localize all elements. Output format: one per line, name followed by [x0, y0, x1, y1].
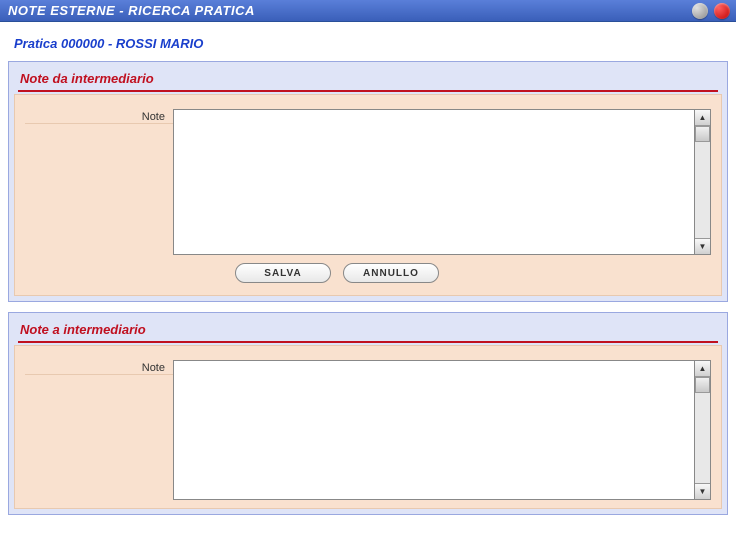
- panel-note-da-intermediario: Note da intermediario Note ▲ ▼ SALVA ANN…: [8, 61, 728, 302]
- panel-title-a: Note a intermediario: [20, 322, 722, 337]
- divider: [18, 341, 718, 343]
- scroll-thumb[interactable]: [695, 126, 710, 142]
- close-icon[interactable]: [714, 3, 730, 19]
- note-label-da: Note: [25, 109, 173, 124]
- note-label-a: Note: [25, 360, 173, 375]
- divider: [18, 90, 718, 92]
- form-row-note-da: Note ▲ ▼: [25, 109, 711, 255]
- note-input-a[interactable]: [173, 360, 695, 500]
- note-input-da[interactable]: [173, 109, 695, 255]
- scroll-track[interactable]: [695, 142, 710, 238]
- window-controls: [692, 3, 730, 19]
- content-area: Pratica 000000 - ROSSI MARIO Note da int…: [0, 22, 736, 556]
- textarea-wrap-a: ▲ ▼: [173, 360, 711, 500]
- panel-inner-a: Note ▲ ▼: [14, 345, 722, 509]
- title-bar: NOTE ESTERNE - RICERCA PRATICA: [0, 0, 736, 22]
- scrollbar-da[interactable]: ▲ ▼: [695, 109, 711, 255]
- panel-note-a-intermediario: Note a intermediario Note ▲ ▼: [8, 312, 728, 515]
- minimize-icon[interactable]: [692, 3, 708, 19]
- annullo-button[interactable]: ANNULLO: [343, 263, 439, 283]
- pratica-header: Pratica 000000 - ROSSI MARIO: [14, 36, 724, 51]
- scroll-thumb[interactable]: [695, 377, 710, 393]
- window-title: NOTE ESTERNE - RICERCA PRATICA: [8, 3, 255, 18]
- scroll-down-icon[interactable]: ▼: [695, 483, 710, 499]
- scroll-up-icon[interactable]: ▲: [695, 361, 710, 377]
- scroll-up-icon[interactable]: ▲: [695, 110, 710, 126]
- textarea-wrap-da: ▲ ▼: [173, 109, 711, 255]
- scroll-down-icon[interactable]: ▼: [695, 238, 710, 254]
- form-row-note-a: Note ▲ ▼: [25, 360, 711, 500]
- button-row-da: SALVA ANNULLO: [235, 263, 711, 283]
- scrollbar-a[interactable]: ▲ ▼: [695, 360, 711, 500]
- salva-button[interactable]: SALVA: [235, 263, 331, 283]
- scroll-track[interactable]: [695, 393, 710, 483]
- panel-inner-da: Note ▲ ▼ SALVA ANNULLO: [14, 94, 722, 296]
- panel-title-da: Note da intermediario: [20, 71, 722, 86]
